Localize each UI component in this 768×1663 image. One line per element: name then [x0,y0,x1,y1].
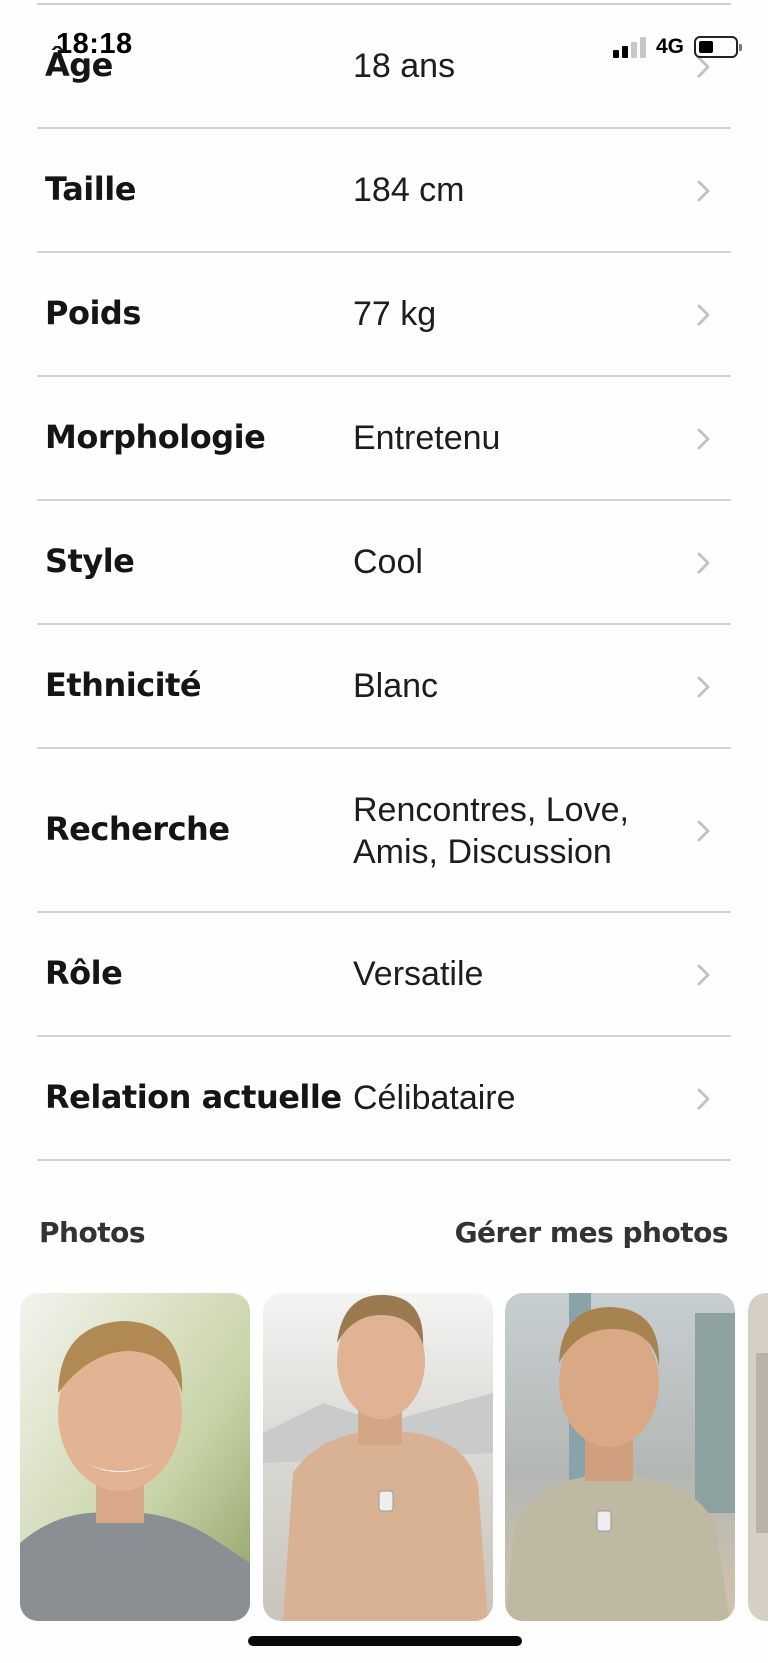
status-time: 18:18 [56,28,133,60]
row-looking-for[interactable]: Recherche Rencontres, Love, Amis, Discus… [37,749,731,913]
row-style[interactable]: Style Cool [37,501,731,625]
chevron-right-icon [689,301,717,329]
signal-icon [612,36,646,58]
row-role[interactable]: Rôle Versatile [37,913,731,1037]
row-label: Morphologie [45,418,266,456]
row-label: Style [45,542,135,580]
profile-photo[interactable] [748,1293,768,1621]
chevron-right-icon [689,961,717,989]
row-relationship[interactable]: Relation actuelle Célibataire [37,1037,731,1161]
row-value: 184 cm [353,171,465,209]
row-value: Rencontres, Love, Amis, Discussion [353,791,629,871]
row-label: Poids [45,294,141,332]
chevron-right-icon [689,1085,717,1113]
chevron-right-icon [689,673,717,701]
profile-details-list: Âge 18 ans Taille 184 cm Poids 77 kg Mor… [37,5,731,1161]
row-label: Taille [45,170,136,208]
profile-photo[interactable] [505,1293,735,1621]
chevron-right-icon [689,817,717,845]
chevron-right-icon [689,425,717,453]
row-weight[interactable]: Poids 77 kg [37,253,731,377]
row-label: Ethnicité [45,666,202,704]
chevron-right-icon [689,177,717,205]
row-label: Rôle [45,954,123,992]
chevron-right-icon [689,549,717,577]
row-morphology[interactable]: Morphologie Entretenu [37,377,731,501]
photo-carousel[interactable] [0,1293,768,1623]
photos-title: Photos [39,1216,145,1249]
row-value: 77 kg [353,295,437,333]
profile-photo[interactable] [263,1293,493,1621]
row-height[interactable]: Taille 184 cm [37,129,731,253]
row-value: Entretenu [353,419,501,457]
row-label: Recherche [45,810,230,848]
manage-photos-link[interactable]: Gérer mes photos [455,1216,729,1249]
row-value: Versatile [353,955,484,993]
row-ethnicity[interactable]: Ethnicité Blanc [37,625,731,749]
row-value: Célibataire [353,1079,516,1117]
status-bar: 18:18 4G [0,0,768,100]
battery-icon [694,36,742,58]
row-value: Cool [353,543,423,581]
row-label: Relation actuelle [45,1078,342,1116]
row-value: Blanc [353,667,439,705]
photos-section-header: Photos Gérer mes photos [39,1216,729,1256]
profile-photo[interactable] [20,1293,250,1621]
home-indicator[interactable] [248,1636,522,1646]
status-indicators: 4G [612,34,742,60]
network-type: 4G [655,35,684,58]
